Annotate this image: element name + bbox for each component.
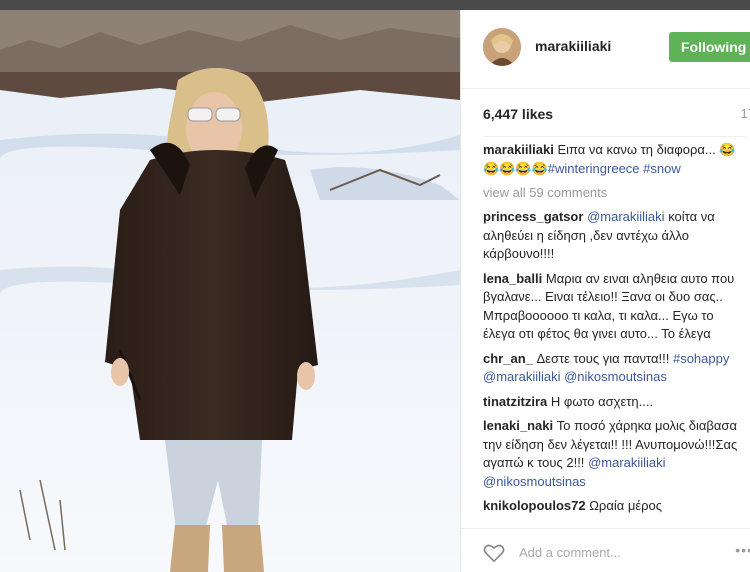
comment-bar: Add a comment... ••• <box>461 528 750 572</box>
caption-hashtags[interactable]: #winteringreece #snow <box>548 161 681 176</box>
avatar-image <box>483 28 521 66</box>
more-options-icon[interactable]: ••• <box>735 542 750 558</box>
comment-item: lenaki_naki Το ποσό χάρηκα μολις διαβασα… <box>483 417 745 491</box>
comment-item: chr_an_ Δεστε τους για παντα!!! #sohappy… <box>483 350 745 387</box>
caption-text: Ειπα να κανω τη διαφορα... <box>557 142 716 157</box>
post-photo[interactable] <box>0 10 460 572</box>
comment-username[interactable]: chr_an_ <box>483 351 533 366</box>
post-header: marakiiliaki Following <box>461 10 750 89</box>
comment-item: princess_gatsor @marakiiliaki κοίτα να α… <box>483 208 745 264</box>
comment-mention[interactable]: @marakiiliaki <box>587 209 665 224</box>
caption-username[interactable]: marakiiliaki <box>483 142 554 157</box>
following-button[interactable]: Following <box>669 32 750 62</box>
post-username[interactable]: marakiiliaki <box>535 38 611 54</box>
comment-item: tinatzitzira Η φωτο ασχετη.... <box>483 393 745 412</box>
view-all-comments-link[interactable]: view all 59 comments <box>483 184 745 202</box>
comment-username[interactable]: lenaki_naki <box>483 418 553 433</box>
add-comment-input[interactable]: Add a comment... <box>519 545 621 560</box>
likes-row: 6,447 likes 17 <box>483 106 750 126</box>
avatar[interactable] <box>483 28 521 66</box>
comment-username[interactable]: princess_gatsor <box>483 209 583 224</box>
comment-text: Ωραία μέρος <box>589 498 663 513</box>
comment-text: Δεστε τους για παντα!!! <box>536 350 670 366</box>
post-timestamp[interactable]: 17 <box>741 106 750 121</box>
comment-username[interactable]: lena_balli <box>483 271 542 286</box>
post-sidebar: marakiiliaki Following 6,447 likes 17 ma… <box>460 10 750 572</box>
photo-image <box>0 10 460 572</box>
comments-list[interactable]: marakiiliaki Ειπα να κανω τη διαφορα... … <box>483 136 745 526</box>
comment-username[interactable]: tinatzitzira <box>483 394 547 409</box>
likes-count[interactable]: 6,447 likes <box>483 106 553 122</box>
top-bar <box>0 0 750 10</box>
caption: marakiiliaki Ειπα να κανω τη διαφορα... … <box>483 141 745 178</box>
comment-username[interactable]: knikolopoulos72 <box>483 498 586 513</box>
comment-item: knikolopoulos72 Ωραία μέρος <box>483 497 745 516</box>
heart-outline-icon[interactable] <box>483 543 505 563</box>
comment-text: Η φωτο ασχετη.... <box>550 393 654 409</box>
comment-item: lena_balli Μαρια αν ειναι αληθεια αυτο π… <box>483 270 745 344</box>
